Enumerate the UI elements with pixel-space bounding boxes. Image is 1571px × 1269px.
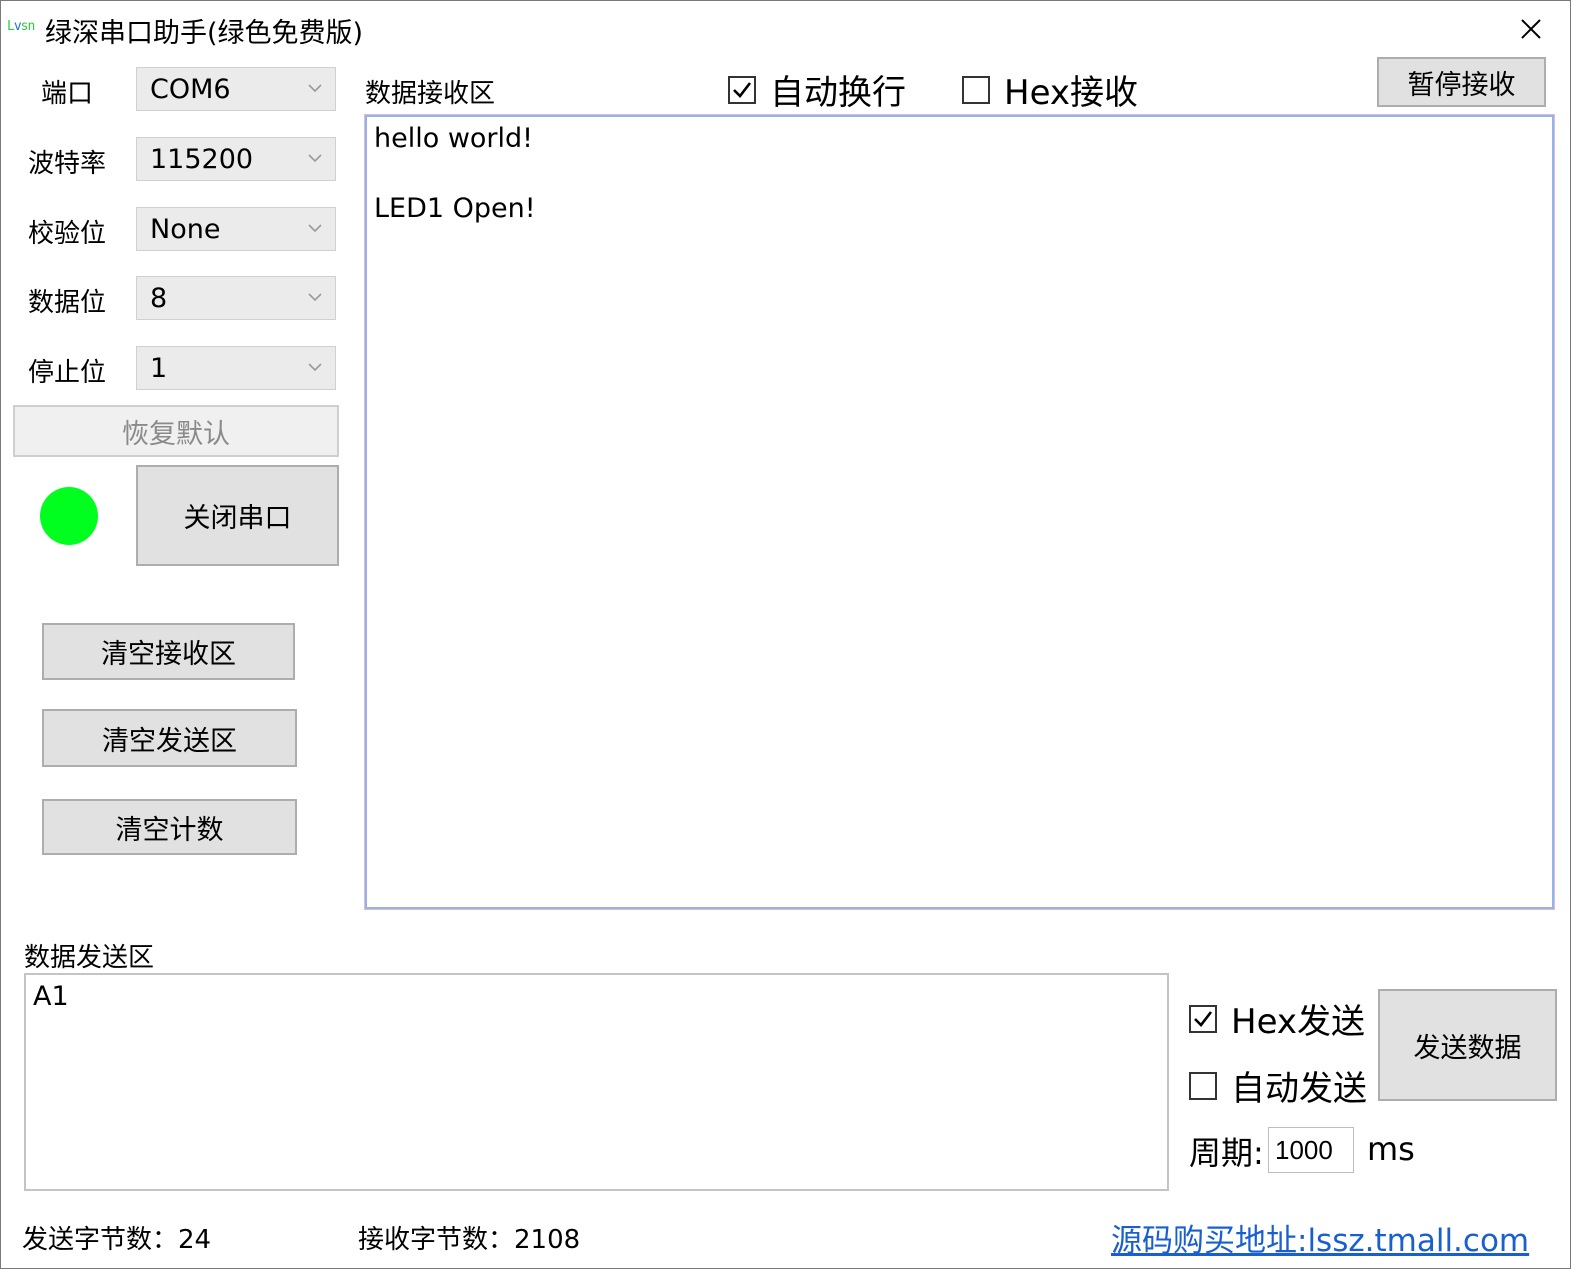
databits-value: 8	[150, 282, 168, 314]
baud-select[interactable]: 115200	[136, 137, 336, 181]
chevron-down-icon	[308, 363, 322, 372]
window-title: 绿深串口助手(绿色免费版)	[45, 18, 364, 49]
pause-receive-button[interactable]: 暂停接收	[1377, 57, 1546, 107]
clear-send-button[interactable]: 清空发送区	[42, 709, 297, 767]
auto-wrap-checkbox[interactable]: 自动换行	[728, 65, 906, 114]
receive-textarea[interactable]: hello world! LED1 Open!	[364, 114, 1555, 910]
period-unit: ms	[1367, 1130, 1415, 1168]
auto-send-label: 自动发送	[1231, 1069, 1367, 1109]
restore-default-button[interactable]: 恢复默认	[13, 405, 339, 457]
auto-send-checkbox[interactable]: 自动发送	[1189, 1061, 1367, 1110]
checkbox-box	[1189, 1004, 1217, 1033]
send-textarea[interactable]: A1	[24, 973, 1169, 1191]
port-value: COM6	[150, 73, 231, 105]
port-status-indicator	[40, 487, 98, 545]
stopbits-label: 停止位	[28, 358, 107, 388]
parity-select[interactable]: None	[136, 207, 336, 251]
send-area-title: 数据发送区	[24, 943, 155, 973]
databits-select[interactable]: 8	[136, 276, 336, 320]
hex-receive-checkbox[interactable]: Hex接收	[962, 65, 1138, 114]
chevron-down-icon	[308, 84, 322, 93]
baud-value: 115200	[150, 143, 254, 175]
purchase-link[interactable]: 源码购买地址:lssz.tmall.com	[1111, 1215, 1529, 1260]
period-input[interactable]	[1268, 1127, 1354, 1173]
received-bytes-count: 接收字节数：2108	[358, 1225, 581, 1255]
parity-value: None	[150, 213, 221, 245]
close-icon	[1521, 19, 1541, 39]
port-label: 端口	[41, 79, 94, 109]
chevron-down-icon	[308, 224, 322, 233]
baud-label: 波特率	[28, 149, 107, 179]
send-data-button[interactable]: 发送数据	[1378, 989, 1557, 1101]
hex-send-checkbox[interactable]: Hex发送	[1189, 994, 1365, 1043]
chevron-down-icon	[308, 293, 322, 302]
port-select[interactable]: COM6	[136, 67, 336, 111]
period-label: 周期:	[1189, 1134, 1264, 1172]
app-window: Lvsn 绿深串口助手(绿色免费版) 端口 COM6 波特率 115200 校验…	[0, 0, 1571, 1269]
close-port-button[interactable]: 关闭串口	[136, 465, 339, 566]
app-logo-icon: Lvsn	[7, 19, 35, 34]
checkbox-box	[1189, 1071, 1217, 1100]
receive-area-title: 数据接收区	[365, 79, 496, 109]
hex-receive-label: Hex接收	[1004, 73, 1139, 113]
clear-count-button[interactable]: 清空计数	[42, 799, 297, 855]
clear-receive-button[interactable]: 清空接收区	[42, 623, 295, 680]
checkbox-box	[728, 75, 756, 104]
databits-label: 数据位	[28, 288, 107, 318]
auto-wrap-label: 自动换行	[770, 73, 906, 113]
stopbits-select[interactable]: 1	[136, 346, 336, 390]
parity-label: 校验位	[28, 219, 107, 249]
title-bar: Lvsn 绿深串口助手(绿色免费版)	[1, 1, 1570, 57]
checkbox-box	[962, 75, 990, 104]
checkmark-icon	[1194, 1010, 1213, 1027]
chevron-down-icon	[308, 154, 322, 163]
checkmark-icon	[733, 81, 752, 98]
close-button[interactable]	[1509, 9, 1553, 49]
hex-send-label: Hex发送	[1231, 1002, 1366, 1042]
stopbits-value: 1	[150, 352, 168, 384]
sent-bytes-count: 发送字节数：24	[22, 1225, 212, 1255]
